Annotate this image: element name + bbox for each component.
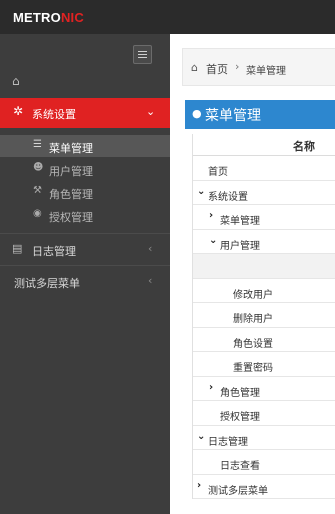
table-row[interactable]: ⌄ 用户管理	[193, 230, 335, 254]
row-label: 日志管理	[208, 436, 248, 448]
portlet-header: ● 菜单管理	[185, 100, 335, 129]
gear-icon: ✲	[13, 104, 24, 118]
chevron-down-icon: ⌄	[146, 105, 156, 118]
sidebar-item-label: 日志管理	[32, 245, 76, 258]
sidebar-item-log-management[interactable]: ▤ 日志管理 ‹	[0, 233, 170, 264]
gavel-icon: ⚒	[33, 185, 42, 196]
sidebar-subitem-label: 授权管理	[49, 211, 93, 224]
menu-toggle-icon[interactable]	[133, 45, 152, 64]
table-row[interactable]: 删除用户	[193, 303, 335, 328]
document-icon: ▤	[12, 242, 23, 255]
row-label: 授权管理	[220, 412, 260, 423]
table-row[interactable]: › 菜单管理	[193, 205, 335, 230]
chevron-left-icon: ‹	[148, 274, 153, 287]
row-label: 角色设置	[233, 338, 273, 350]
home-icon: ⌂	[191, 61, 198, 74]
table-row[interactable]: 修改用户	[193, 279, 335, 303]
table-row[interactable]: 重置密码	[193, 352, 335, 377]
table-row[interactable]: 日志查看	[193, 450, 335, 475]
eye-icon: ◉	[33, 208, 42, 219]
table-row[interactable]: ⌄ 系统设置	[193, 181, 335, 205]
row-label: 重置密码	[233, 363, 273, 374]
column-header-name: 名称	[293, 140, 315, 153]
chevron-down-icon[interactable]: ⌄	[209, 235, 217, 246]
table-header: 名称	[193, 134, 335, 156]
home-icon: ⌂	[12, 74, 20, 88]
sidebar-subitem-label: 角色管理	[49, 188, 93, 201]
table-row[interactable]	[193, 254, 335, 279]
row-label: 日志查看	[220, 461, 260, 472]
table-body: 首页 ⌄ 系统设置 › 菜单管理 ⌄ 用户管理 修改用户 删除用户 角色设置 重置密码 › 角色管理 授权…	[193, 156, 335, 499]
sidebar-subitem-authorization-management[interactable]: ◉ 授权管理	[0, 204, 170, 226]
sidebar-subitem-role-management[interactable]: ⚒ 角色管理	[0, 181, 170, 203]
logo-accent-text: NIC	[60, 10, 84, 25]
table-row[interactable]: ⌄ 日志管理	[193, 426, 335, 450]
sidebar-subitem-user-management[interactable]: ☻ 用户管理	[0, 158, 170, 180]
main-content: ⌂ 首页 › 菜单管理 ● 菜单管理 名称 首页 ⌄ 系统设置 › 菜单管理 ⌄ 用户管理修…	[170, 34, 335, 514]
circle-icon: ●	[192, 107, 202, 120]
row-label: 角色管理	[220, 387, 260, 399]
menu-tree-table: 名称 首页 ⌄ 系统设置 › 菜单管理 ⌄ 用户管理 修改用户 删除用户 角色设置 重置密码 › 角色管…	[192, 134, 335, 499]
table-row[interactable]: 授权管理	[193, 401, 335, 426]
logo[interactable]: METRONIC	[13, 10, 84, 25]
table-row[interactable]: › 测试多层菜单	[193, 475, 335, 499]
row-label: 删除用户	[233, 314, 273, 325]
sidebar-item-label: 系统设置	[32, 108, 76, 121]
users-icon: ☻	[33, 162, 44, 173]
chevron-down-icon[interactable]: ⌄	[197, 186, 205, 197]
row-label: 系统设置	[208, 191, 248, 203]
top-header: METRONIC	[0, 0, 335, 34]
sidebar-subitem-label: 用户管理	[49, 165, 93, 178]
breadcrumb: ⌂ 首页 › 菜单管理	[182, 48, 335, 86]
sidebar-item-test-multilevel-menu[interactable]: 测试多层菜单 ‹	[0, 265, 170, 296]
logo-text: METRO	[13, 10, 61, 25]
page-title: 菜单管理	[205, 108, 261, 124]
breadcrumb-home-link[interactable]: 首页	[206, 61, 228, 77]
breadcrumb-current: 菜单管理	[246, 66, 286, 77]
row-label: 测试多层菜单	[208, 485, 268, 497]
chevron-left-icon: ‹	[148, 242, 153, 255]
chevron-right-icon[interactable]: ›	[197, 480, 201, 491]
row-label: 修改用户	[233, 289, 273, 301]
sidebar-item-system-settings[interactable]: ✲ 系统设置 ⌄	[0, 98, 170, 128]
row-label: 用户管理	[220, 240, 260, 252]
chevron-down-icon[interactable]: ⌄	[197, 431, 205, 442]
chevron-right-icon[interactable]: ›	[209, 382, 213, 393]
table-row[interactable]: 角色设置	[193, 328, 335, 352]
row-label: 首页	[208, 167, 228, 178]
chevron-right-icon[interactable]: ›	[209, 210, 213, 221]
sidebar: ⌂ ✲ 系统设置 ⌄ ☰ 菜单管理 ☻ 用户管理 ⚒ 角色管理 ◉ 授权管理 ▤…	[0, 34, 170, 514]
sidebar-item-label: 测试多层菜单	[14, 277, 80, 290]
sidebar-home[interactable]: ⌂	[0, 71, 170, 93]
sidebar-subitem-label: 菜单管理	[49, 142, 93, 155]
list-icon: ☰	[33, 139, 42, 150]
row-label: 菜单管理	[220, 216, 260, 227]
table-row[interactable]: 首页	[193, 156, 335, 181]
sidebar-subitem-menu-management[interactable]: ☰ 菜单管理	[0, 135, 170, 157]
breadcrumb-separator: ›	[235, 60, 240, 73]
table-row[interactable]: › 角色管理	[193, 377, 335, 401]
